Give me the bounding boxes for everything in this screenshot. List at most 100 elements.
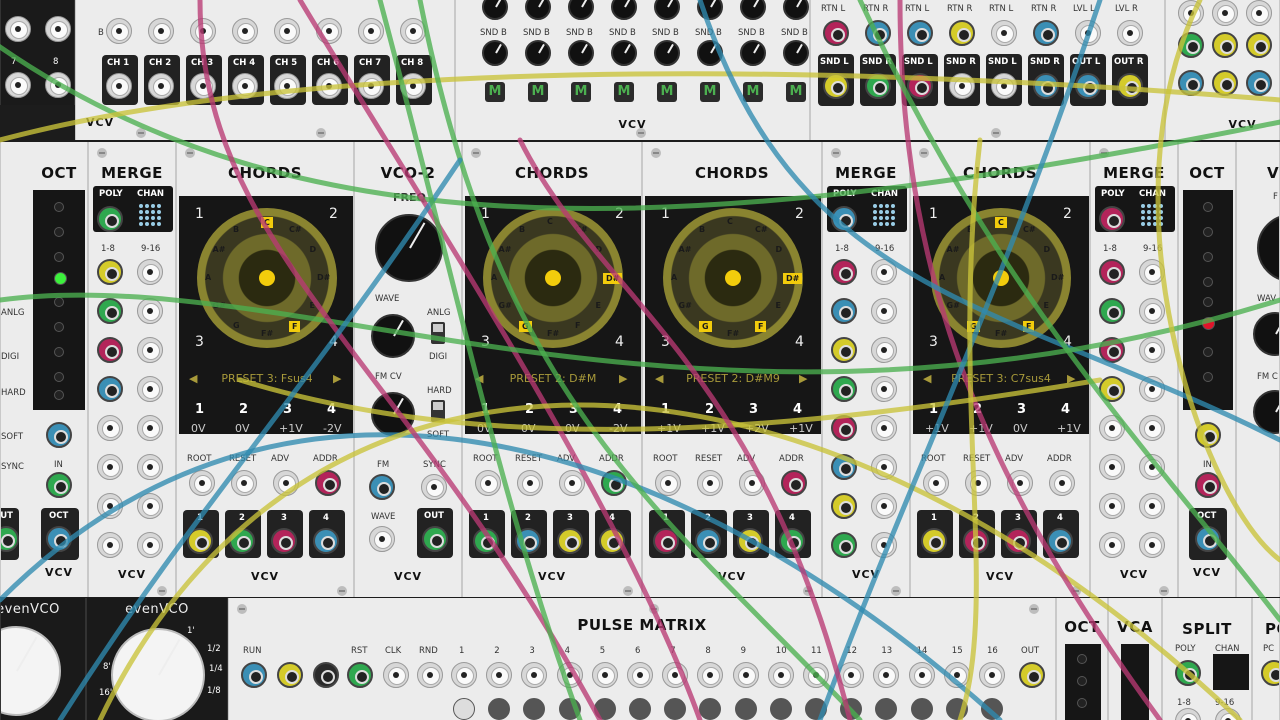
channel-input-jack[interactable] xyxy=(148,18,174,44)
channel-output-jack[interactable] xyxy=(274,73,300,99)
fmcv-knob[interactable] xyxy=(371,392,415,436)
wheel-note[interactable]: A# xyxy=(499,245,512,254)
merge-input-jack[interactable] xyxy=(1099,493,1125,519)
wheel-note[interactable]: A xyxy=(939,273,945,282)
wave-knob[interactable] xyxy=(371,314,415,358)
merge-input-jack[interactable] xyxy=(831,376,857,402)
wheel-note[interactable]: F# xyxy=(995,329,1007,338)
merge-input-jack[interactable] xyxy=(871,259,897,285)
wheel-note[interactable]: A xyxy=(671,273,677,282)
send-b-knob[interactable] xyxy=(697,40,723,66)
preset-display[interactable]: PRESET 2: D#M xyxy=(465,372,641,385)
merge-input-jack[interactable] xyxy=(137,337,163,363)
hard-soft-switch[interactable] xyxy=(431,400,445,422)
merge-input-jack[interactable] xyxy=(831,415,857,441)
chord-input-jack[interactable] xyxy=(315,470,341,496)
channel-output-jack[interactable] xyxy=(400,73,426,99)
wheel-note[interactable]: D xyxy=(775,245,782,254)
step-button[interactable] xyxy=(734,698,757,720)
chord-wheel[interactable]: C C# D D# E F F# G G# A A# B xyxy=(197,208,337,348)
chord-input-jack[interactable] xyxy=(517,470,543,496)
chord-input-jack[interactable] xyxy=(601,470,627,496)
send-b-knob[interactable] xyxy=(525,40,551,66)
merge-input-jack[interactable] xyxy=(1099,376,1125,402)
send-b-knob[interactable] xyxy=(654,40,680,66)
channel-output-jack[interactable] xyxy=(232,73,258,99)
wheel-note[interactable]: C xyxy=(547,217,553,226)
wheel-note[interactable]: G xyxy=(699,321,712,333)
random-jack[interactable] xyxy=(417,662,443,688)
chord-output-jack[interactable] xyxy=(557,528,583,554)
preset-display[interactable]: PRESET 3: C7sus4 xyxy=(913,372,1089,385)
step-button[interactable] xyxy=(629,698,651,720)
merge-input-jack[interactable] xyxy=(831,298,857,324)
wheel-note[interactable]: F xyxy=(755,321,767,333)
chord-output-jack[interactable] xyxy=(1047,528,1073,554)
mute-button[interactable]: M xyxy=(485,82,505,102)
merge-input-jack[interactable] xyxy=(1139,415,1165,441)
step-button[interactable] xyxy=(981,698,1003,720)
wave-in-jack[interactable] xyxy=(369,526,395,552)
step-button[interactable] xyxy=(840,698,863,720)
wheel-note[interactable]: G# xyxy=(947,301,960,310)
merge-input-jack[interactable] xyxy=(1139,532,1165,558)
wheel-note[interactable]: D# xyxy=(317,273,330,282)
run-led[interactable] xyxy=(313,662,339,688)
split-poly-in-jack[interactable] xyxy=(1175,660,1201,686)
wheel-note[interactable]: F# xyxy=(727,329,739,338)
return-jack[interactable] xyxy=(865,20,891,46)
merge-input-jack[interactable] xyxy=(871,298,897,324)
wheel-note[interactable]: C xyxy=(261,217,273,228)
send-jack[interactable] xyxy=(1033,73,1059,99)
wheel-note[interactable]: C# xyxy=(289,225,302,234)
step-trigger-jack[interactable] xyxy=(486,662,513,688)
merge-input-jack[interactable] xyxy=(1139,259,1165,285)
wheel-note[interactable]: A# xyxy=(947,245,960,254)
top-left-jack-3[interactable] xyxy=(5,72,31,98)
chord-input-jack[interactable] xyxy=(273,470,299,496)
wheel-note[interactable]: G xyxy=(233,321,240,330)
merge-input-jack[interactable] xyxy=(871,493,897,519)
run-jack[interactable] xyxy=(241,662,267,688)
merge-poly-out-jack[interactable] xyxy=(831,206,857,232)
step-trigger-jack[interactable] xyxy=(662,662,689,688)
oct-in-jack[interactable] xyxy=(46,422,72,448)
wheel-note[interactable]: B xyxy=(967,225,973,234)
chord-wheel[interactable]: C C# D D# E F F# G G# A A# B xyxy=(931,208,1071,348)
chord-output-jack[interactable] xyxy=(921,528,947,554)
merge-input-jack[interactable] xyxy=(137,454,163,480)
step-button[interactable] xyxy=(664,698,687,720)
wave-knob[interactable] xyxy=(1253,312,1279,356)
preset-next-arrow[interactable]: ▶ xyxy=(1067,372,1075,385)
wheel-note[interactable]: D# xyxy=(1051,273,1064,282)
step-button[interactable] xyxy=(453,698,475,720)
top-right-plug-2[interactable] xyxy=(1212,32,1238,58)
top-right-plug-5[interactable] xyxy=(1212,70,1238,96)
even-vco-octave-knob[interactable] xyxy=(1,626,61,716)
mute-button[interactable]: M xyxy=(657,82,677,102)
merge-input-jack[interactable] xyxy=(831,259,857,285)
chord-output-jack[interactable] xyxy=(515,528,541,554)
send-a-knob[interactable] xyxy=(783,0,809,20)
chord-output-jack[interactable] xyxy=(653,528,679,554)
return-jack[interactable] xyxy=(1075,20,1101,46)
return-jack[interactable] xyxy=(907,20,933,46)
wheel-note[interactable]: A# xyxy=(679,245,692,254)
merge-input-jack[interactable] xyxy=(831,454,857,480)
merge-input-jack[interactable] xyxy=(137,493,163,519)
merge-input-jack[interactable] xyxy=(831,493,857,519)
preset-display[interactable]: PRESET 2: D#M9 xyxy=(645,372,821,385)
channel-input-jack[interactable] xyxy=(400,18,426,44)
step-trigger-jack[interactable] xyxy=(803,662,829,688)
merge-input-jack[interactable] xyxy=(1099,337,1125,363)
send-a-knob[interactable] xyxy=(740,0,766,20)
chord-input-jack[interactable] xyxy=(655,470,681,496)
send-a-knob[interactable] xyxy=(525,0,551,20)
wheel-note[interactable]: A xyxy=(491,273,497,282)
chord-output-jack[interactable] xyxy=(695,528,721,554)
preset-next-arrow[interactable]: ▶ xyxy=(799,372,807,385)
preset-display[interactable]: PRESET 3: Fsus4 xyxy=(179,372,353,385)
wheel-note[interactable]: B xyxy=(519,225,525,234)
channel-input-jack[interactable] xyxy=(106,18,132,44)
merge-input-jack[interactable] xyxy=(1139,493,1165,519)
